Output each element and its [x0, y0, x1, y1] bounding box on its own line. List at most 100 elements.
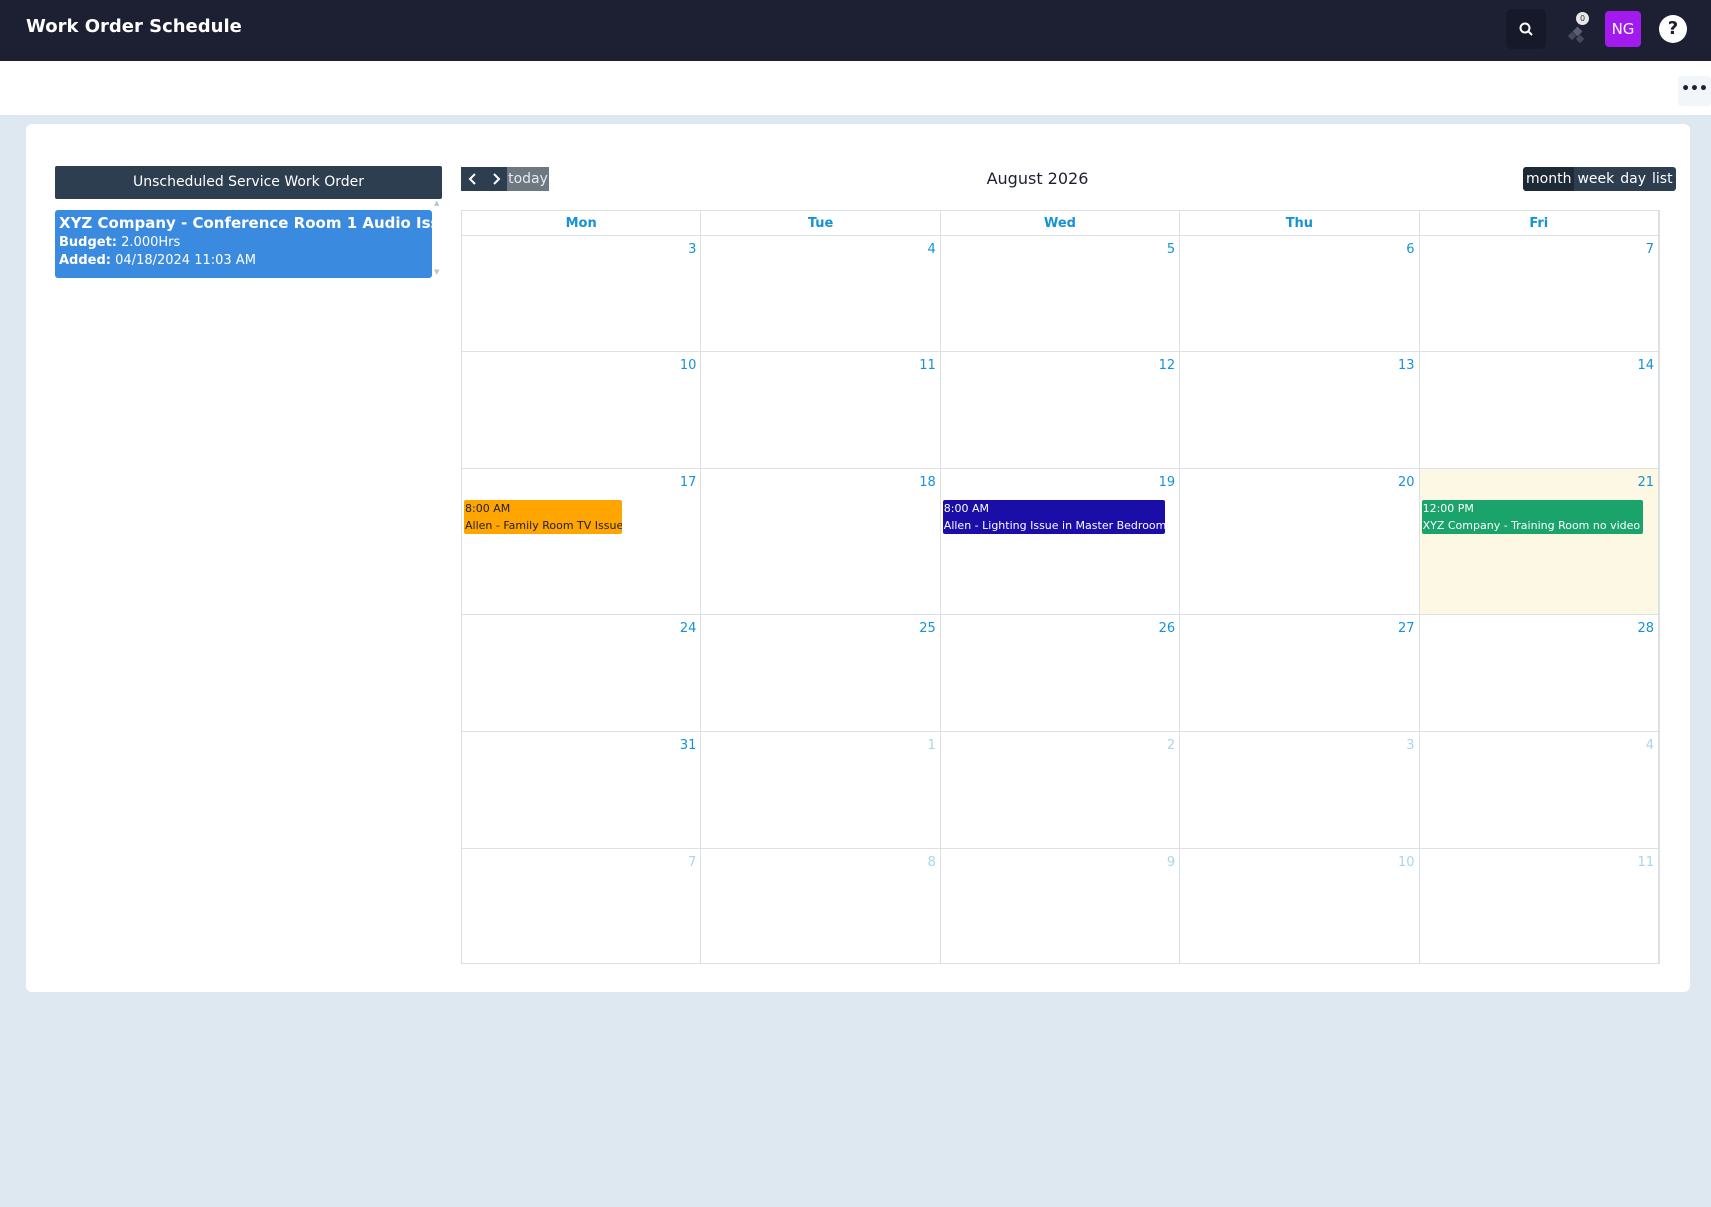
day-number[interactable]: 11 [1637, 855, 1654, 870]
day-cell[interactable]: 4 [1419, 732, 1659, 849]
day-cell[interactable]: 5 [940, 236, 1181, 352]
day-number[interactable]: 12 [1159, 358, 1176, 373]
day-cell[interactable]: 21 [1419, 469, 1659, 615]
day-number[interactable]: 4 [928, 242, 936, 257]
help-button[interactable]: ? [1659, 15, 1687, 43]
budget-value: 2.000Hrs [121, 235, 181, 250]
day-number[interactable]: 9 [1167, 855, 1175, 870]
sub-toolbar [0, 61, 1711, 115]
day-cell[interactable]: 10 [1180, 849, 1420, 964]
day-cell[interactable]: 6 [1180, 236, 1420, 352]
day-cell[interactable]: 11 [701, 352, 941, 469]
day-cell[interactable]: 13 [1180, 352, 1420, 469]
day-number[interactable]: 21 [1637, 475, 1654, 490]
scroll-up-arrow[interactable]: ▲ [434, 199, 442, 207]
day-cell[interactable]: 19 [940, 469, 1181, 615]
search-icon [1519, 22, 1533, 36]
user-avatar[interactable]: NG [1605, 11, 1641, 47]
added-value: 04/18/2024 11:03 AM [115, 253, 256, 268]
weekday-header-wed: Wed [940, 211, 1181, 236]
day-cell[interactable]: 31 [462, 732, 702, 849]
day-number[interactable]: 25 [919, 621, 936, 636]
day-cell[interactable]: 10 [462, 352, 702, 469]
chevron-right-icon [492, 173, 500, 185]
day-cell[interactable]: 7 [462, 849, 702, 964]
day-number[interactable]: 19 [1159, 475, 1176, 490]
app-title: Work Order Schedule [26, 16, 242, 37]
day-cell[interactable]: 25 [701, 615, 941, 732]
event-time: 8:00 AM [943, 502, 990, 515]
next-month-button[interactable] [484, 167, 507, 191]
event-time: 12:00 PM [1422, 502, 1474, 515]
day-cell[interactable]: 20 [1180, 469, 1420, 615]
day-cell[interactable]: 4 [701, 236, 941, 352]
day-number[interactable]: 8 [928, 855, 936, 870]
day-number[interactable]: 26 [1159, 621, 1176, 636]
day-cell[interactable]: 26 [940, 615, 1181, 732]
day-cell[interactable]: 27 [1180, 615, 1420, 732]
day-number[interactable]: 7 [688, 855, 696, 870]
day-number[interactable]: 4 [1646, 738, 1654, 753]
day-cell[interactable]: 24 [462, 615, 702, 732]
view-month-button[interactable]: month [1523, 167, 1575, 191]
search-button[interactable] [1506, 9, 1546, 49]
calendar-event[interactable]: 12:00 PM XYZ Company - Training Room no v… [1421, 500, 1643, 534]
scroll-down-arrow[interactable]: ▼ [434, 268, 442, 276]
event-title: Allen - Lighting Issue in Master Bedroom [943, 519, 1165, 532]
more-options-button[interactable]: ••• [1678, 76, 1711, 106]
day-cell[interactable]: 2 [940, 732, 1181, 849]
prev-month-button[interactable] [461, 167, 484, 191]
work-order-added: Added: 04/18/2024 11:03 AM [59, 253, 432, 268]
today-button[interactable]: today [507, 167, 549, 191]
day-number[interactable]: 6 [1406, 242, 1414, 257]
day-cell[interactable]: 28 [1419, 615, 1659, 732]
day-cell[interactable]: 3 [462, 236, 702, 352]
view-day-button[interactable]: day [1617, 167, 1650, 191]
view-switcher: month week day list [1523, 167, 1676, 191]
day-cell[interactable]: 7 [1419, 236, 1659, 352]
event-title: Allen - Family Room TV Issue [465, 519, 622, 532]
day-number[interactable]: 10 [680, 358, 697, 373]
day-number[interactable]: 31 [680, 738, 697, 753]
view-week-button[interactable]: week [1574, 167, 1618, 191]
day-number[interactable]: 2 [1167, 738, 1175, 753]
day-cell[interactable]: 18 [701, 469, 941, 615]
work-order-title: XYZ Company - Conference Room 1 Audio Is… [59, 214, 470, 232]
day-number[interactable]: 3 [1406, 738, 1414, 753]
day-number[interactable]: 5 [1167, 242, 1175, 257]
calendar-nav: today [461, 167, 549, 191]
day-cell[interactable]: 3 [1180, 732, 1420, 849]
event-time: 8:00 AM [465, 502, 511, 515]
day-cell[interactable]: 14 [1419, 352, 1659, 469]
day-cell[interactable]: 8 [701, 849, 941, 964]
day-number[interactable]: 28 [1637, 621, 1654, 636]
day-cell[interactable]: 11 [1419, 849, 1659, 964]
day-number[interactable]: 14 [1637, 358, 1654, 373]
day-number[interactable]: 20 [1398, 475, 1415, 490]
chevron-left-icon [468, 173, 476, 185]
unscheduled-header: Unscheduled Service Work Order [55, 166, 442, 199]
view-list-button[interactable]: list [1649, 167, 1676, 191]
weekday-header-tue: Tue [701, 211, 941, 236]
day-number[interactable]: 13 [1398, 358, 1415, 373]
budget-label: Budget: [59, 235, 118, 250]
day-number[interactable]: 27 [1398, 621, 1415, 636]
day-number[interactable]: 1 [928, 738, 936, 753]
day-cell[interactable]: 9 [940, 849, 1181, 964]
notifications-button[interactable]: 0 [1563, 12, 1593, 46]
day-number[interactable]: 17 [680, 475, 697, 490]
day-number[interactable]: 11 [919, 358, 936, 373]
day-number[interactable]: 18 [919, 475, 936, 490]
day-number[interactable]: 10 [1398, 855, 1415, 870]
calendar-event[interactable]: 8:00 AM Allen - Lighting Issue in Master … [942, 500, 1165, 534]
event-title: XYZ Company - Training Room no video [1422, 519, 1641, 532]
day-number[interactable]: 24 [680, 621, 697, 636]
day-cell[interactable]: 12 [940, 352, 1181, 469]
unscheduled-work-order[interactable]: XYZ Company - Conference Room 1 Audio Is… [55, 210, 470, 278]
month-grid: Mon Tue Wed Thu Fri 3 4 5 6 7 10 11 12 13 14 17 18 19 20 21… [461, 210, 1660, 964]
day-cell[interactable]: 17 [462, 469, 702, 615]
day-cell[interactable]: 1 [701, 732, 941, 849]
day-number[interactable]: 7 [1646, 242, 1654, 257]
calendar-event[interactable]: 8:00 AM Allen - Family Room TV Issue [464, 500, 622, 534]
day-number[interactable]: 3 [688, 242, 696, 257]
